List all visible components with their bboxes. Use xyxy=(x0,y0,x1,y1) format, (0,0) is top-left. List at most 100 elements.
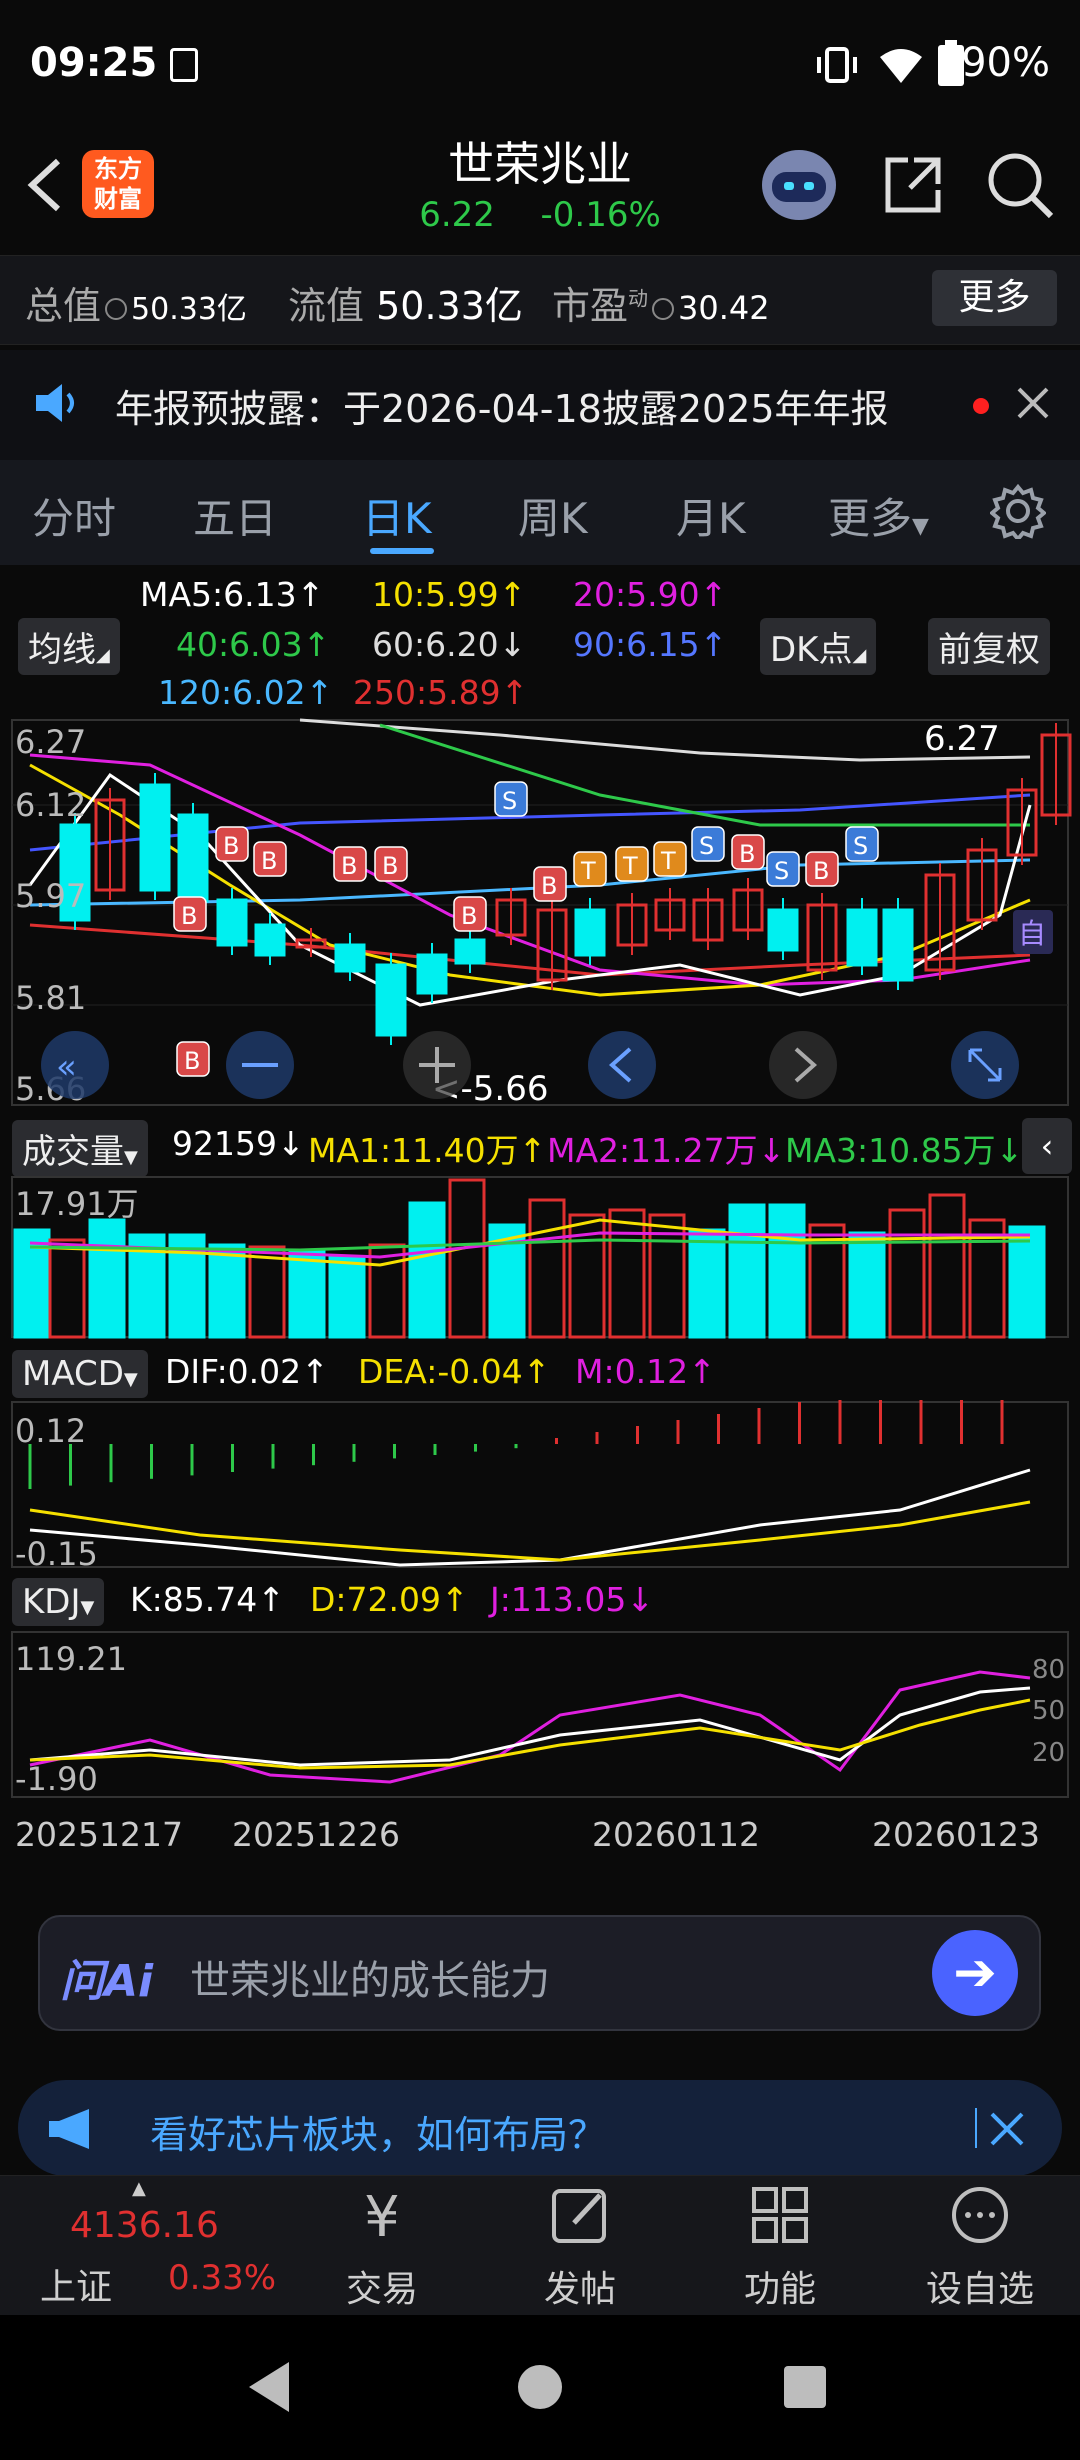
dk-point-label: DK点 xyxy=(770,630,853,670)
volume-bar xyxy=(928,1193,966,1339)
kdj-k-line xyxy=(29,1686,1031,1767)
tab-five-day[interactable]: 五日 xyxy=(193,485,277,546)
ma-button-label: 均线 xyxy=(28,630,96,670)
volume-bar xyxy=(368,1243,406,1339)
volume-label: 成交量 xyxy=(22,1132,124,1172)
tab-intraday[interactable]: 分时 xyxy=(32,485,116,546)
nav-watchlist[interactable]: 设自选 xyxy=(900,2260,1060,2312)
nav-function[interactable]: 功能 xyxy=(700,2260,860,2312)
kline-y-3: 5.97 xyxy=(15,877,86,915)
volume-bar xyxy=(688,1228,726,1339)
battery-icon xyxy=(938,40,964,86)
more-info-button[interactable]: 更多 xyxy=(932,270,1057,326)
macd-button[interactable]: MACD▼ xyxy=(12,1350,148,1398)
promo-divider xyxy=(975,2108,977,2148)
candles: BBBB BBBST T TS BS BSB xyxy=(59,723,1072,1077)
index-name[interactable]: 上证 xyxy=(40,2258,112,2310)
tab-weekly-k[interactable]: 周K xyxy=(518,485,588,546)
signal-marker-label: B xyxy=(382,852,398,880)
robot-avatar-icon[interactable] xyxy=(762,150,836,220)
candle-body xyxy=(416,953,448,995)
date-3: 20260112 xyxy=(592,1815,760,1854)
info-pe-dot-icon xyxy=(652,297,675,320)
battery-percent: 90% xyxy=(961,40,1050,86)
kdj-button[interactable]: KDJ▼ xyxy=(12,1578,105,1626)
search-icon[interactable] xyxy=(985,150,1055,220)
volume-bar xyxy=(48,1238,86,1339)
stock-change: -0.16% xyxy=(540,195,661,235)
info-float: 流值 50.33亿 xyxy=(288,275,523,330)
dropdown-icon: ▼ xyxy=(912,514,929,539)
ma250-value: 250:5.89↑ xyxy=(353,673,529,712)
close-icon[interactable] xyxy=(1015,385,1051,421)
signal-marker-label: S xyxy=(502,787,517,815)
tab-monthly-k[interactable]: 月K xyxy=(676,485,746,546)
ai-input[interactable]: 世荣兆业的成长能力 xyxy=(190,1948,550,2006)
nav-post[interactable]: 发帖 xyxy=(500,2260,660,2312)
signal-marker-label: B xyxy=(461,902,477,930)
settings-gear-icon[interactable] xyxy=(990,483,1046,539)
ma-caret-icon: ◢ xyxy=(96,645,110,666)
zoom-out-button[interactable] xyxy=(226,1031,294,1099)
info-pe: 市盈动 30.42 xyxy=(552,275,770,330)
self-select-button[interactable]: 自 xyxy=(1013,910,1053,954)
info-total-label: 总值 xyxy=(25,284,102,328)
signal-marker-label: B xyxy=(739,840,755,868)
volume-bars xyxy=(13,1178,1046,1339)
volume-button[interactable]: 成交量▼ xyxy=(12,1120,148,1177)
tab-more-label: 更多 xyxy=(828,494,913,543)
share-icon[interactable] xyxy=(880,152,946,218)
wifi-icon xyxy=(880,49,922,83)
adjust-button[interactable]: 前复权 xyxy=(928,618,1050,675)
kline-y-4: 5.81 xyxy=(15,979,86,1017)
volume-bar xyxy=(408,1201,446,1339)
volume-bar xyxy=(728,1203,766,1339)
fullscreen-button[interactable] xyxy=(951,1031,1019,1099)
info-pe-label: 市盈 xyxy=(552,284,629,328)
signal-marker-label: T xyxy=(622,852,638,880)
post-edit-icon[interactable] xyxy=(550,2185,610,2245)
volume-caret-icon: ▼ xyxy=(124,1147,138,1168)
tab-more[interactable]: 更多▼ xyxy=(828,485,929,546)
status-time: 09:25 xyxy=(30,40,158,86)
dk-point-button[interactable]: DK点◢ xyxy=(760,618,877,675)
collapse-panel-button[interactable]: ‹ xyxy=(1022,1118,1072,1174)
candle-body xyxy=(334,943,366,973)
system-home-icon[interactable] xyxy=(515,2362,565,2412)
volume-chart: 17.91万 xyxy=(11,1176,1069,1339)
date-4: 20260123 xyxy=(872,1815,1040,1854)
kdj-j-line xyxy=(29,1670,1031,1784)
kline-chart[interactable]: BBBB BBBST T TS BS BSB 6.27 <-5.66 6.27 6.12 … xyxy=(0,715,1080,1110)
candle-body xyxy=(139,783,171,892)
watchlist-icon[interactable] xyxy=(950,2185,1010,2245)
scroll-left-fast-button[interactable]: « xyxy=(41,1031,109,1099)
system-back-icon[interactable] xyxy=(245,2360,291,2414)
scroll-right-button[interactable] xyxy=(769,1031,837,1099)
volume-bar xyxy=(768,1203,806,1339)
volume-bar xyxy=(608,1208,646,1339)
kdj-right-80: 80 xyxy=(1032,1655,1065,1685)
ai-brand: 问Ai xyxy=(60,1956,154,2007)
ma-line-250 xyxy=(29,923,1031,977)
nav-trade[interactable]: 交易 xyxy=(302,2260,462,2312)
promo-close-icon[interactable] xyxy=(988,2110,1026,2148)
signal-marker-label: B xyxy=(541,872,557,900)
ai-send-button[interactable]: ➔ xyxy=(932,1930,1018,2016)
scroll-left-button[interactable] xyxy=(588,1031,656,1099)
tab-daily-k[interactable]: 日K xyxy=(362,485,432,546)
ma-button[interactable]: 均线◢ xyxy=(18,618,120,675)
volume-bar xyxy=(88,1218,126,1339)
candle-body xyxy=(574,908,606,957)
volume-bar xyxy=(248,1245,286,1339)
zoom-in-button[interactable] xyxy=(403,1031,471,1099)
kdj-j: J:113.05↓ xyxy=(490,1580,654,1619)
macd-dea: DEA:-0.04↑ xyxy=(358,1352,551,1391)
function-grid-icon[interactable] xyxy=(750,2185,810,2245)
macd-y-top: 0.12 xyxy=(15,1412,86,1450)
index-change[interactable]: 0.33% xyxy=(168,2258,276,2298)
macd-y-bottom: -0.15 xyxy=(15,1535,98,1570)
index-value[interactable]: 4136.16 xyxy=(70,2205,219,2246)
trade-icon[interactable]: ¥ xyxy=(302,2185,462,2250)
info-float-value: 50.33亿 xyxy=(376,284,523,328)
system-recents-icon[interactable] xyxy=(782,2364,828,2410)
